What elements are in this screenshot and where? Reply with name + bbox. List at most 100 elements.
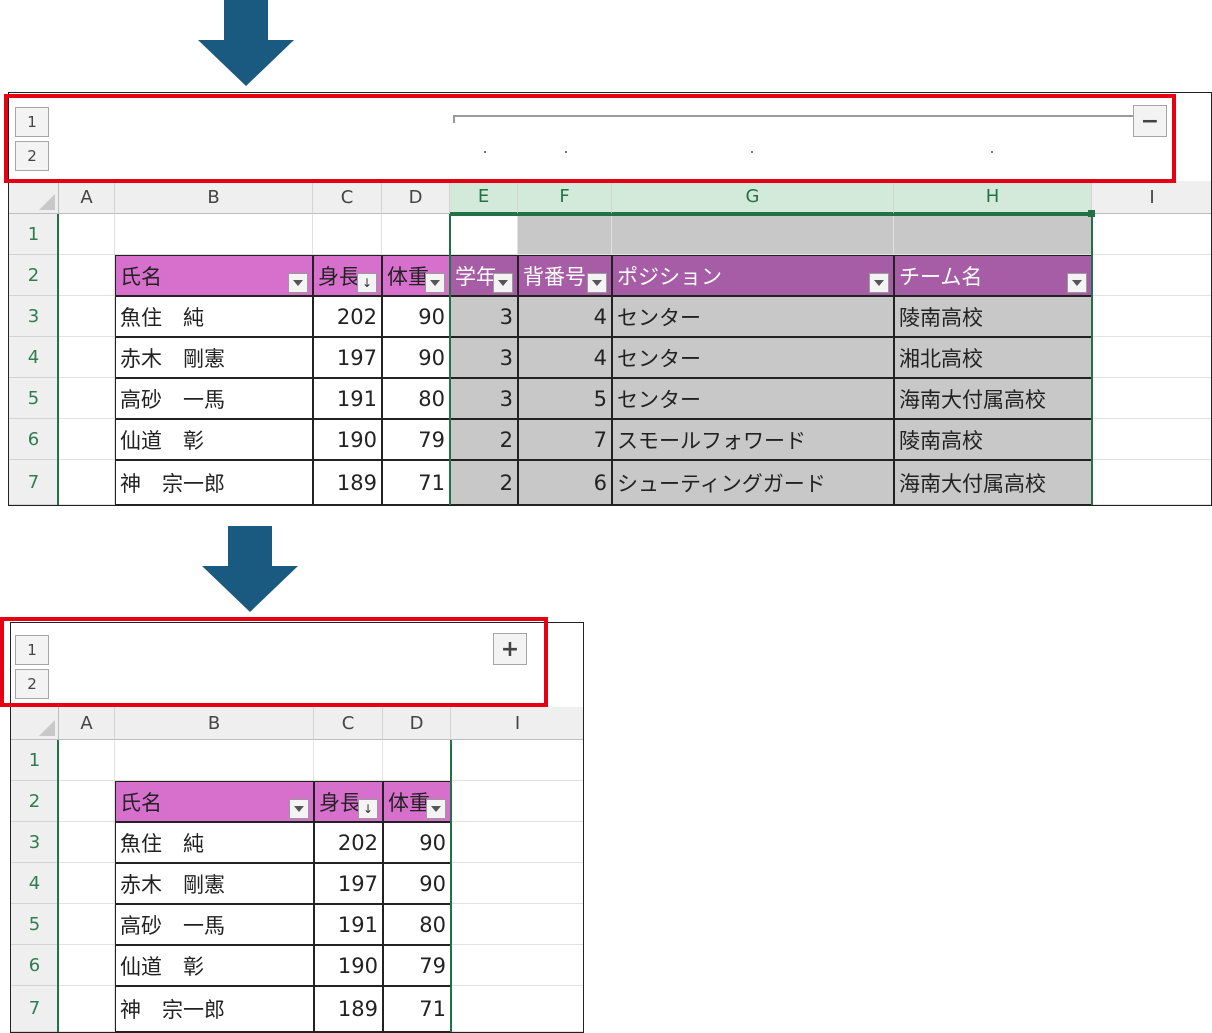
cell[interactable] — [382, 214, 450, 255]
weight-cell[interactable]: 80 — [382, 378, 450, 419]
sort-descending-icon[interactable]: ↓ — [358, 799, 378, 819]
cell[interactable] — [59, 904, 115, 945]
cell[interactable] — [1092, 255, 1211, 296]
cell[interactable] — [59, 460, 115, 505]
height-cell[interactable]: 189 — [313, 460, 382, 505]
row-header-5[interactable]: 5 — [11, 904, 59, 945]
cell[interactable] — [59, 296, 115, 337]
cell[interactable] — [1092, 337, 1211, 378]
row-header-2[interactable]: 2 — [9, 255, 59, 296]
name-cell[interactable]: 赤木 剛憲 — [115, 863, 314, 904]
name-cell[interactable]: 神 宗一郎 — [115, 460, 313, 505]
column-header-g[interactable]: G — [612, 181, 894, 214]
cell[interactable] — [383, 740, 451, 781]
row-header-4[interactable]: 4 — [11, 863, 59, 904]
row-header-2[interactable]: 2 — [11, 781, 59, 822]
cell[interactable] — [1092, 419, 1211, 460]
cell[interactable] — [59, 863, 115, 904]
height-cell[interactable]: 190 — [313, 419, 382, 460]
column-header-d[interactable]: D — [383, 707, 451, 740]
row-header-6[interactable]: 6 — [11, 945, 59, 986]
cell[interactable] — [115, 214, 313, 255]
outline-level-2-button[interactable]: 2 — [15, 669, 49, 699]
collapse-group-button[interactable]: − — [1133, 105, 1167, 137]
column-header-d[interactable]: D — [382, 181, 450, 214]
row-header-4[interactable]: 4 — [9, 337, 59, 378]
height-cell[interactable]: 189 — [314, 986, 383, 1032]
cell[interactable] — [115, 740, 314, 781]
weight-cell[interactable]: 90 — [383, 822, 451, 863]
cell[interactable] — [313, 214, 382, 255]
name-cell[interactable]: 魚住 純 — [115, 822, 314, 863]
cell[interactable] — [59, 781, 115, 822]
row-header-6[interactable]: 6 — [9, 419, 59, 460]
row-header-3[interactable]: 3 — [11, 822, 59, 863]
weight-cell[interactable]: 80 — [383, 904, 451, 945]
weight-cell[interactable]: 79 — [382, 419, 450, 460]
name-cell[interactable]: 神 宗一郎 — [115, 986, 314, 1032]
cell[interactable] — [451, 740, 583, 781]
row-header-3[interactable]: 3 — [9, 296, 59, 337]
height-cell[interactable]: 197 — [314, 863, 383, 904]
cell[interactable] — [1092, 214, 1211, 255]
filter-dropdown-icon[interactable] — [426, 799, 446, 819]
cell[interactable] — [451, 904, 583, 945]
column-header-c[interactable]: C — [313, 181, 382, 214]
column-header-b[interactable]: B — [115, 707, 314, 740]
column-header-e[interactable]: E — [450, 181, 518, 214]
height-cell[interactable]: 190 — [314, 945, 383, 986]
name-cell[interactable]: 仙道 彰 — [115, 419, 313, 460]
filter-dropdown-icon[interactable] — [425, 273, 445, 293]
cell[interactable] — [451, 781, 583, 822]
column-header-i[interactable]: I — [451, 707, 583, 740]
selection-handle[interactable] — [1088, 210, 1095, 217]
cell[interactable] — [451, 945, 583, 986]
cell[interactable] — [1092, 296, 1211, 337]
height-cell[interactable]: 202 — [313, 296, 382, 337]
column-header-f[interactable]: F — [518, 181, 612, 214]
table-header-name[interactable]: 氏名 — [115, 255, 313, 296]
weight-cell[interactable]: 71 — [383, 986, 451, 1032]
name-cell[interactable]: 高砂 一馬 — [115, 904, 314, 945]
cell[interactable] — [314, 740, 383, 781]
column-header-b[interactable]: B — [115, 181, 313, 214]
cell[interactable] — [59, 214, 115, 255]
row-header-7[interactable]: 7 — [11, 986, 59, 1032]
row-header-7[interactable]: 7 — [9, 460, 59, 505]
row-header-5[interactable]: 5 — [9, 378, 59, 419]
row-header-1[interactable]: 1 — [11, 740, 59, 781]
cell[interactable] — [59, 337, 115, 378]
name-cell[interactable]: 仙道 彰 — [115, 945, 314, 986]
cell[interactable] — [59, 986, 115, 1032]
cell[interactable] — [59, 255, 115, 296]
height-cell[interactable]: 191 — [313, 378, 382, 419]
column-header-h[interactable]: H — [894, 181, 1092, 214]
filter-dropdown-icon[interactable] — [289, 799, 309, 819]
table-header-name[interactable]: 氏名 — [115, 781, 314, 822]
column-header-a[interactable]: A — [59, 181, 115, 214]
column-header-i[interactable]: I — [1092, 181, 1211, 214]
height-cell[interactable]: 202 — [314, 822, 383, 863]
height-cell[interactable]: 191 — [314, 904, 383, 945]
outline-level-1-button[interactable]: 1 — [15, 635, 49, 665]
weight-cell[interactable]: 90 — [382, 296, 450, 337]
name-cell[interactable]: 魚住 純 — [115, 296, 313, 337]
sort-descending-icon[interactable]: ↓ — [357, 273, 377, 293]
cell[interactable] — [451, 822, 583, 863]
column-header-c[interactable]: C — [314, 707, 383, 740]
cell[interactable] — [59, 419, 115, 460]
column-header-a[interactable]: A — [59, 707, 115, 740]
select-all-corner[interactable] — [9, 181, 59, 214]
row-header-1[interactable]: 1 — [9, 214, 59, 255]
name-cell[interactable]: 高砂 一馬 — [115, 378, 313, 419]
height-cell[interactable]: 197 — [313, 337, 382, 378]
expand-group-button[interactable]: + — [493, 633, 527, 665]
filter-dropdown-icon[interactable] — [288, 273, 308, 293]
cell[interactable] — [59, 378, 115, 419]
weight-cell[interactable]: 71 — [382, 460, 450, 505]
cell[interactable] — [451, 863, 583, 904]
name-cell[interactable]: 赤木 剛憲 — [115, 337, 313, 378]
cell[interactable] — [59, 945, 115, 986]
outline-level-1-button[interactable]: 1 — [15, 107, 49, 137]
weight-cell[interactable]: 90 — [383, 863, 451, 904]
